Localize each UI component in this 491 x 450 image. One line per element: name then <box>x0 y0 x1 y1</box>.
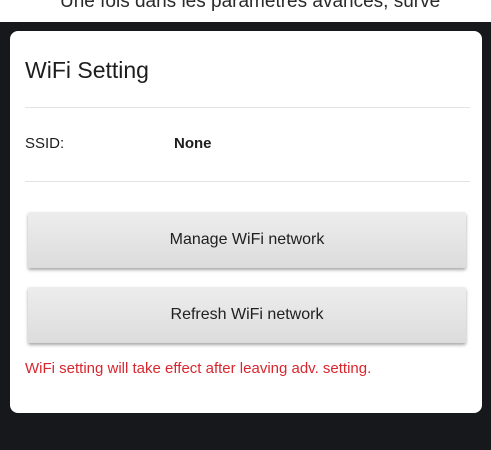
manage-wifi-network-button[interactable]: Manage WiFi network <box>28 212 466 268</box>
wifi-setting-warning: WiFi setting will take effect after leav… <box>25 360 372 377</box>
ssid-label: SSID: <box>25 135 65 152</box>
ssid-value: None <box>174 135 212 152</box>
refresh-wifi-network-button[interactable]: Refresh WiFi network <box>28 287 466 343</box>
ssid-divider <box>25 181 470 182</box>
title-divider <box>25 107 470 108</box>
document-caption-text: Une fois dans les paramètres avancés, su… <box>60 0 441 12</box>
wifi-setting-dialog: WiFi Setting SSID: None Manage WiFi netw… <box>10 31 482 413</box>
dialog-title: WiFi Setting <box>25 57 149 83</box>
